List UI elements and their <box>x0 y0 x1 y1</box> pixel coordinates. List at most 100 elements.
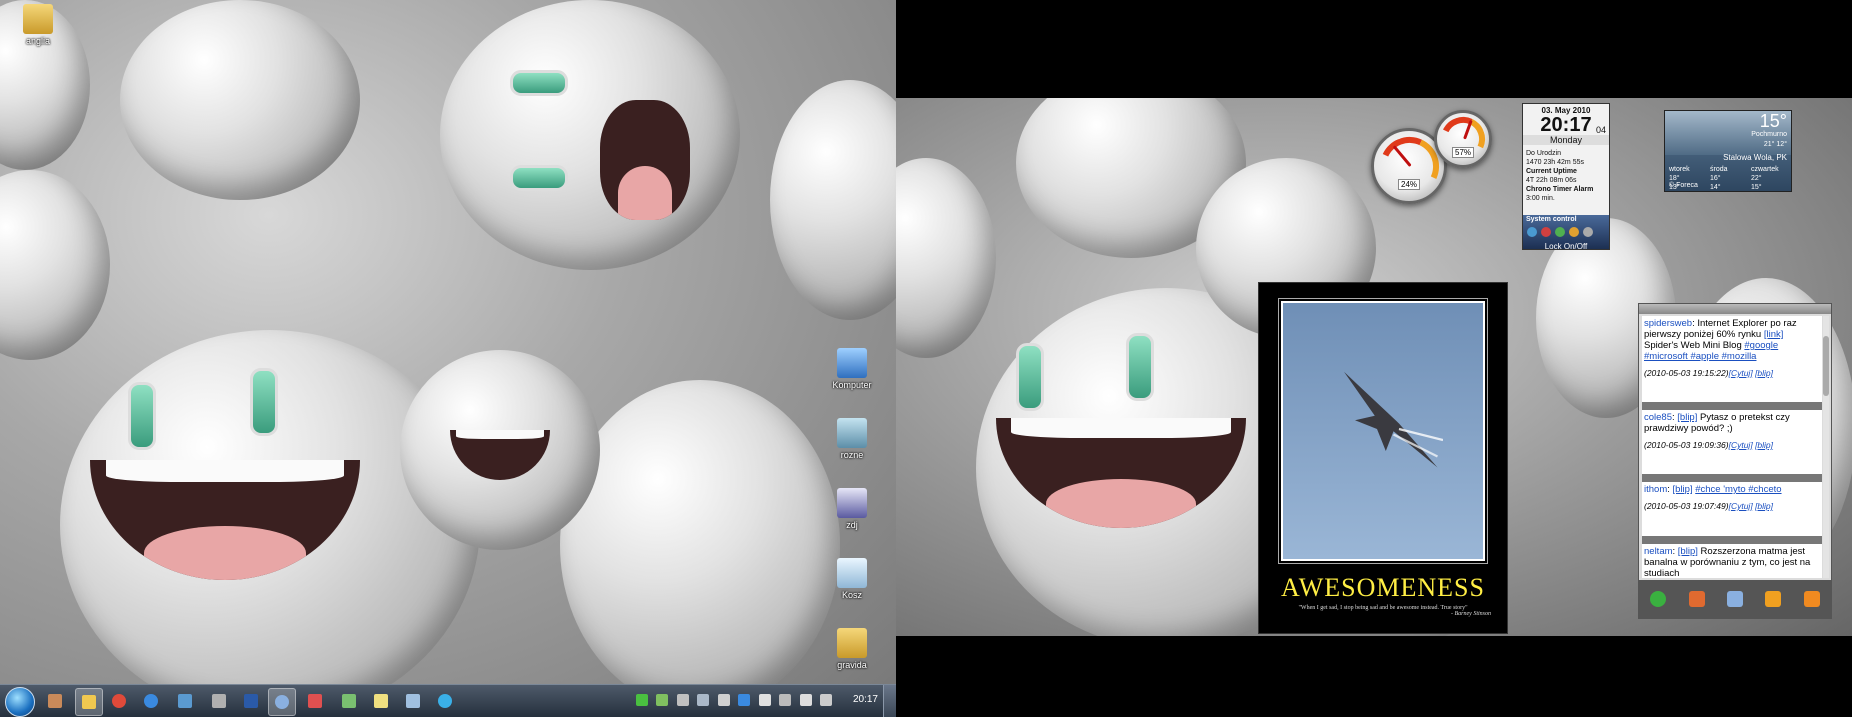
poster-quote: "When I get sad, I stop being sad and be… <box>1275 605 1491 617</box>
memory-gauge[interactable]: 57% <box>1434 110 1492 168</box>
tray-flag-icon[interactable] <box>758 694 771 706</box>
document-icon <box>244 694 258 708</box>
uptime-label: Current Uptime <box>1526 168 1577 175</box>
calendar-seconds: 04 <box>1595 125 1606 135</box>
blip-link[interactable]: [blip] <box>1755 368 1773 378</box>
timer-button[interactable]: Timer <box>1553 186 1572 193</box>
show-desktop-button[interactable] <box>883 685 896 717</box>
start-button[interactable] <box>5 687 35 717</box>
wallpaper-character <box>400 350 600 550</box>
forecast-day-name: środa <box>1710 166 1728 173</box>
tray-network-icon[interactable] <box>676 694 689 706</box>
motivational-poster: AWESOMENESS "When I get sad, I stop bein… <box>1258 282 1508 634</box>
chrono-button[interactable]: Chrono <box>1526 186 1551 193</box>
mail-icon[interactable] <box>1688 591 1705 607</box>
clock-calendar-widget[interactable]: 03. May 2010 20:17 04 Monday Do Urodzin … <box>1522 103 1610 251</box>
tray-app-icon[interactable] <box>656 694 669 706</box>
skype-icon <box>438 694 452 708</box>
wallpaper-character <box>0 170 110 360</box>
weather-location: Stalowa Wola, PK <box>1723 153 1787 162</box>
taskbar-app-chat[interactable] <box>336 688 362 714</box>
tray-display-icon[interactable] <box>697 694 710 706</box>
cite-link[interactable]: [Cytuj] <box>1729 501 1753 511</box>
post-link[interactable]: [blip] <box>1673 484 1693 495</box>
taskbar-app-media[interactable] <box>172 688 198 714</box>
post-tags[interactable]: #chce 'myto #chceto <box>1695 484 1781 495</box>
lock-toggle[interactable]: Lock On/Off <box>1523 242 1609 251</box>
taskbar-app-notes[interactable] <box>368 688 394 714</box>
desktop-icon-komputer[interactable]: Komputer <box>820 348 884 390</box>
sleep-icon[interactable] <box>1582 227 1593 237</box>
tray-volume-icon[interactable] <box>799 694 812 706</box>
post-time: (2010-05-03 19:07:49) <box>1644 501 1729 511</box>
post-user-link[interactable]: neltam <box>1644 546 1673 557</box>
taskbar-app-active-window[interactable] <box>268 688 296 716</box>
post-user-link[interactable]: cole85 <box>1644 412 1672 423</box>
left-desktop: anglia Komputer rozne zdj Kosz gravida 2… <box>0 0 896 717</box>
shortcut-icon <box>837 418 867 448</box>
taskbar-app-ie[interactable] <box>138 688 164 714</box>
shutdown-icon[interactable] <box>1540 227 1551 237</box>
birthday-countdown: 1470 23h 42m 55s <box>1526 159 1584 166</box>
desktop-icon-zdj[interactable]: zdj <box>820 488 884 530</box>
weather-credit[interactable]: © Foreca <box>1669 182 1698 189</box>
timer-value: 3:00 min. <box>1526 195 1555 202</box>
chat-icon <box>342 694 356 708</box>
message-icon[interactable] <box>1726 591 1743 607</box>
post-link[interactable]: [blip] <box>1678 546 1698 557</box>
character-mouth <box>996 418 1246 528</box>
cite-link[interactable]: [Cytuj] <box>1729 440 1753 450</box>
forecast-day-low: 14° <box>1710 184 1721 191</box>
window-icon <box>275 695 289 709</box>
wallpaper-character <box>560 380 840 710</box>
cite-link[interactable]: [Cytuj] <box>1729 368 1753 378</box>
desktop-icon-rozne[interactable]: rozne <box>820 418 884 460</box>
post-user-link[interactable]: spidersweb <box>1644 318 1692 329</box>
post-link[interactable]: [link] <box>1764 329 1784 340</box>
warning-icon[interactable] <box>1765 591 1782 607</box>
taskbar-app-user[interactable] <box>42 688 68 714</box>
taskbar-clock[interactable]: 20:17 <box>853 694 878 705</box>
post-user-link[interactable]: ithom <box>1644 484 1667 495</box>
mail-icon <box>308 694 322 708</box>
list-item: cole85: [blip] Pytasz o pretekst czy pra… <box>1642 410 1822 474</box>
post-meta: (2010-05-03 19:15:22)[Cytuj] [blip] <box>1644 368 1820 379</box>
taskbar-app-sound[interactable] <box>206 688 232 714</box>
desktop-icon-gravida[interactable]: gravida <box>820 628 884 670</box>
tray-wifi-icon[interactable] <box>779 694 792 706</box>
tray-battery-icon[interactable] <box>820 694 832 706</box>
desktop-icon-kosz[interactable]: Kosz <box>820 558 884 600</box>
scrollbar-thumb[interactable] <box>1823 336 1829 396</box>
weather-widget[interactable]: 15° Pochmurno 21° 12° Stalowa Wola, PK w… <box>1664 110 1792 192</box>
desktop-icon-label: Komputer <box>832 380 872 390</box>
taskbar-app-word[interactable] <box>238 688 264 714</box>
poster-quote-text: "When I get sad, I stop being sad and be… <box>1298 605 1468 611</box>
character-mouth <box>450 430 550 480</box>
desktop-icon-anglia[interactable]: anglia <box>6 4 70 46</box>
taskbar-app-skype[interactable] <box>432 688 458 714</box>
right-desktop: 24% 57% 03. May 2010 20:17 04 Monday Do … <box>896 0 1852 717</box>
blip-feed: spidersweb: Internet Explorer po raz pie… <box>1642 316 1822 578</box>
taskbar-app-chrome[interactable] <box>106 688 132 714</box>
lock-icon[interactable] <box>1568 227 1579 237</box>
home-icon[interactable] <box>1803 591 1820 607</box>
alarm-button[interactable]: Alarm <box>1573 186 1593 193</box>
taskbar-app-home[interactable] <box>400 688 426 714</box>
power-icon[interactable] <box>1527 227 1537 237</box>
blip-link[interactable]: [blip] <box>1755 501 1773 511</box>
poster-title: AWESOMENESS <box>1281 573 1485 602</box>
tray-device-icon[interactable] <box>717 694 730 706</box>
taskbar-app-explorer[interactable] <box>75 688 103 716</box>
add-icon[interactable] <box>1650 591 1667 607</box>
restart-icon[interactable] <box>1554 227 1565 237</box>
blip-link[interactable]: [blip] <box>1755 440 1773 450</box>
internet-explorer-icon <box>144 694 158 708</box>
tray-dropbox-icon[interactable] <box>738 694 751 706</box>
tray-status-icon[interactable] <box>635 694 648 706</box>
desktop-icon-label: gravida <box>837 660 867 670</box>
post-link[interactable]: [blip] <box>1677 412 1697 423</box>
blip-scrollbar[interactable] <box>1823 316 1829 578</box>
taskbar-app-mail[interactable] <box>302 688 328 714</box>
calendar-weekday: Monday <box>1523 135 1609 145</box>
taskbar: 20:17 <box>0 684 896 717</box>
